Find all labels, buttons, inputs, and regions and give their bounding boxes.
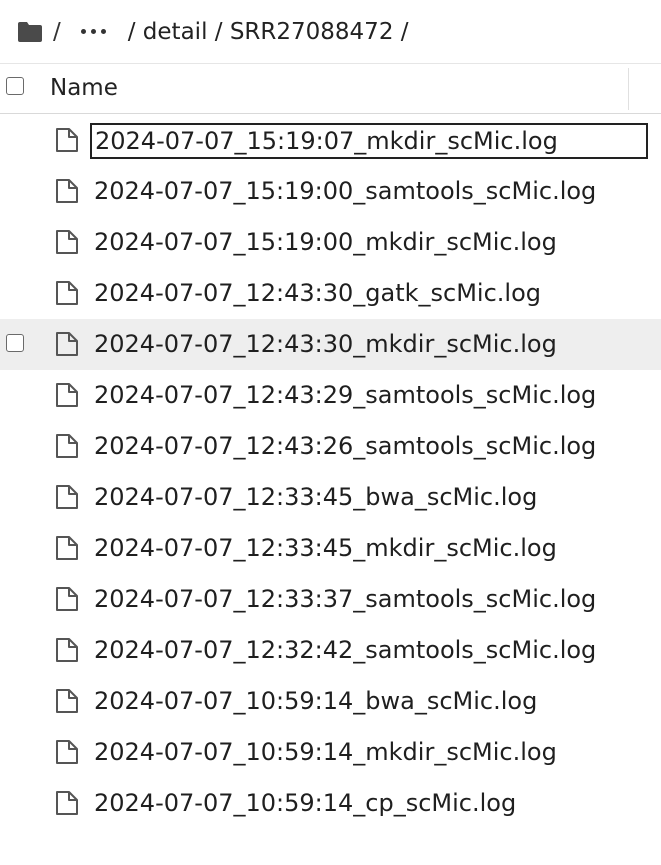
breadcrumb: / / detail / SRR27088472 / — [0, 0, 661, 64]
file-row[interactable]: 2024-07-07_15:19:00_samtools_scMic.log — [0, 166, 661, 217]
file-row[interactable]: 2024-07-07_10:59:14_cp_scMic.log — [0, 778, 661, 829]
file-row[interactable]: 2024-07-07_15:19:00_mkdir_scMic.log — [0, 217, 661, 268]
file-icon — [55, 178, 79, 204]
file-icon — [55, 484, 79, 510]
file-icon — [55, 535, 79, 561]
column-resize-handle[interactable] — [628, 68, 629, 110]
file-icon — [55, 229, 79, 255]
file-row[interactable]: 2024-07-07_12:43:30_gatk_scMic.log — [0, 268, 661, 319]
select-all-checkbox[interactable] — [6, 77, 24, 95]
file-icon — [55, 688, 79, 714]
breadcrumb-ellipsis-button[interactable] — [80, 29, 106, 34]
file-row[interactable]: 2024-07-07_10:59:14_bwa_scMic.log — [0, 676, 661, 727]
file-name[interactable]: 2024-07-07_12:43:29_samtools_scMic.log — [94, 380, 596, 410]
file-name[interactable]: 2024-07-07_12:33:45_mkdir_scMic.log — [94, 533, 557, 563]
file-icon — [55, 637, 79, 663]
file-icon — [55, 127, 79, 153]
file-row[interactable]: 2024-07-07_12:43:29_samtools_scMic.log — [0, 370, 661, 421]
file-row[interactable]: 2024-07-07_12:43:30_mkdir_scMic.log — [0, 319, 661, 370]
file-row[interactable]: 2024-07-07_10:59:14_mkdir_scMic.log — [0, 727, 661, 778]
file-icon — [55, 382, 79, 408]
file-icon — [55, 280, 79, 306]
file-list-header: Name — [0, 64, 661, 114]
file-row[interactable]: 2024-07-07_12:32:42_samtools_scMic.log — [0, 625, 661, 676]
row-select-checkbox[interactable] — [6, 334, 24, 352]
file-name[interactable]: 2024-07-07_10:59:14_mkdir_scMic.log — [94, 737, 557, 767]
file-rename-input[interactable]: 2024-07-07_15:19:07_mkdir_scMic.log — [90, 123, 648, 159]
name-column-header[interactable]: Name — [50, 75, 118, 101]
file-name[interactable]: 2024-07-07_10:59:14_bwa_scMic.log — [94, 686, 537, 716]
file-icon — [55, 586, 79, 612]
file-name[interactable]: 2024-07-07_12:33:37_samtools_scMic.log — [94, 584, 596, 614]
file-row[interactable]: 2024-07-07_12:33:45_bwa_scMic.log — [0, 472, 661, 523]
file-name[interactable]: 2024-07-07_15:19:00_mkdir_scMic.log — [94, 227, 557, 257]
file-row[interactable]: 2024-07-07_15:19:07_mkdir_scMic.log — [0, 115, 661, 166]
file-name[interactable]: 2024-07-07_12:33:45_bwa_scMic.log — [94, 482, 537, 512]
file-icon — [55, 331, 79, 357]
file-icon — [55, 739, 79, 765]
file-icon — [55, 790, 79, 816]
file-list: 2024-07-07_15:19:07_mkdir_scMic.log 2024-… — [0, 115, 661, 829]
file-name[interactable]: 2024-07-07_15:19:00_samtools_scMic.log — [94, 176, 596, 206]
file-row[interactable]: 2024-07-07_12:43:26_samtools_scMic.log — [0, 421, 661, 472]
breadcrumb-root-separator: / — [53, 18, 61, 45]
file-name[interactable]: 2024-07-07_12:32:42_samtools_scMic.log — [94, 635, 596, 665]
file-icon — [55, 433, 79, 459]
file-name[interactable]: 2024-07-07_12:43:30_mkdir_scMic.log — [94, 329, 557, 359]
file-row[interactable]: 2024-07-07_12:33:37_samtools_scMic.log — [0, 574, 661, 625]
file-row[interactable]: 2024-07-07_12:33:45_mkdir_scMic.log — [0, 523, 661, 574]
file-name[interactable]: 2024-07-07_12:43:26_samtools_scMic.log — [94, 431, 596, 461]
file-name[interactable]: 2024-07-07_10:59:14_cp_scMic.log — [94, 788, 516, 818]
file-name[interactable]: 2024-07-07_12:43:30_gatk_scMic.log — [94, 278, 541, 308]
folder-icon[interactable] — [17, 21, 43, 43]
breadcrumb-path[interactable]: / detail / SRR27088472 / — [128, 19, 409, 45]
